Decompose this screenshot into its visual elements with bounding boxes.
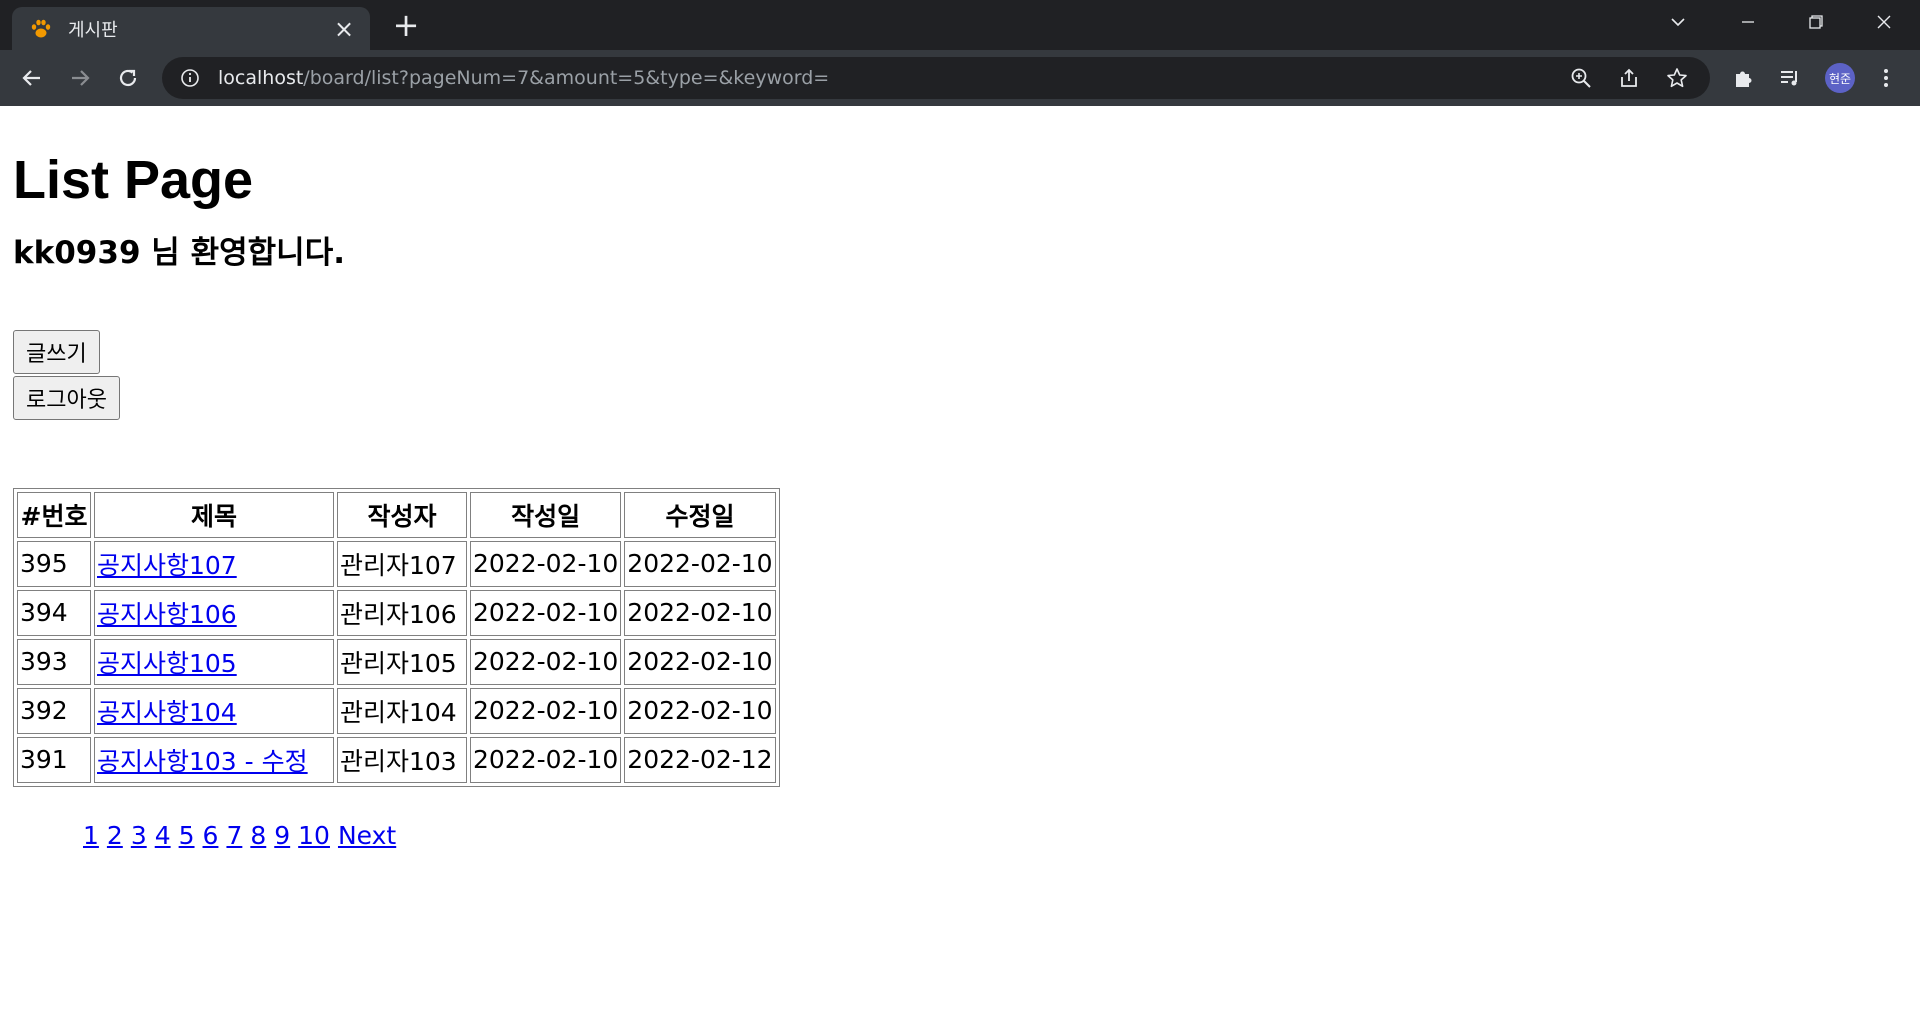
cell-number: 393 bbox=[17, 638, 91, 685]
media-queue-icon[interactable] bbox=[1774, 62, 1806, 94]
cell-regdate: 2022-02-10 bbox=[470, 540, 622, 587]
cell-writer: 관리자107 bbox=[337, 540, 467, 587]
table-row: 395 공지사항107 관리자107 2022-02-10 2022-02-10 bbox=[17, 540, 776, 587]
cell-regdate: 2022-02-10 bbox=[470, 589, 622, 636]
cell-title: 공지사항107 bbox=[94, 540, 334, 587]
bookmark-star-icon[interactable] bbox=[1660, 61, 1694, 95]
reload-icon[interactable] bbox=[112, 62, 144, 94]
info-icon[interactable] bbox=[178, 66, 202, 90]
cell-regdate: 2022-02-10 bbox=[470, 736, 622, 783]
restore-icon[interactable] bbox=[1790, 0, 1842, 44]
cell-updatedate: 2022-02-10 bbox=[624, 638, 776, 685]
zoom-icon[interactable] bbox=[1564, 61, 1598, 95]
cell-updatedate: 2022-02-10 bbox=[624, 687, 776, 734]
cell-updatedate: 2022-02-12 bbox=[624, 736, 776, 783]
page-link[interactable]: 4 bbox=[155, 821, 171, 850]
cell-updatedate: 2022-02-10 bbox=[624, 540, 776, 587]
window-close-icon[interactable] bbox=[1858, 0, 1910, 44]
post-link[interactable]: 공지사항106 bbox=[97, 600, 237, 629]
post-link[interactable]: 공지사항103 - 수정 bbox=[97, 747, 308, 776]
forward-arrow-icon[interactable] bbox=[64, 62, 96, 94]
address-bar[interactable]: localhost/board/list?pageNum=7&amount=5&… bbox=[162, 57, 1710, 99]
browser-chrome: 게시판 × + localhost/board/list?pageNum=7&a… bbox=[0, 0, 1920, 106]
page-link[interactable]: 7 bbox=[226, 821, 242, 850]
post-link[interactable]: 공지사항104 bbox=[97, 698, 237, 727]
cell-number: 392 bbox=[17, 687, 91, 734]
browser-toolbar: localhost/board/list?pageNum=7&amount=5&… bbox=[0, 50, 1920, 106]
cell-title: 공지사항104 bbox=[94, 687, 334, 734]
table-row: 393 공지사항105 관리자105 2022-02-10 2022-02-10 bbox=[17, 638, 776, 685]
new-tab-button[interactable]: + bbox=[390, 9, 422, 42]
profile-avatar[interactable]: 현준 bbox=[1824, 62, 1856, 94]
header-updatedate: 수정일 bbox=[624, 491, 776, 538]
board-table: #번호 제목 작성자 작성일 수정일 395 공지사항107 관리자107 20… bbox=[13, 487, 780, 787]
tab-strip: 게시판 × + bbox=[0, 0, 1920, 50]
post-link[interactable]: 공지사항105 bbox=[97, 649, 237, 678]
cell-title: 공지사항106 bbox=[94, 589, 334, 636]
header-writer: 작성자 bbox=[337, 491, 467, 538]
url-path: /board/list?pageNum=7&amount=5&type=&key… bbox=[303, 67, 830, 89]
url-text[interactable]: localhost/board/list?pageNum=7&amount=5&… bbox=[218, 67, 1550, 89]
cell-title: 공지사항105 bbox=[94, 638, 334, 685]
header-title: 제목 bbox=[94, 491, 334, 538]
page-link[interactable]: 3 bbox=[131, 821, 147, 850]
page-link[interactable]: 8 bbox=[250, 821, 266, 850]
logout-button[interactable]: 로그아웃 bbox=[13, 375, 120, 420]
chevron-down-icon[interactable] bbox=[1652, 0, 1704, 44]
cell-updatedate: 2022-02-10 bbox=[624, 589, 776, 636]
cell-writer: 관리자103 bbox=[337, 736, 467, 783]
kebab-menu-icon[interactable] bbox=[1870, 62, 1902, 94]
page-title: List Page bbox=[13, 150, 254, 210]
action-buttons: 글쓰기 로그아웃 bbox=[13, 329, 1920, 420]
cell-number: 395 bbox=[17, 540, 91, 587]
table-row: 392 공지사항104 관리자104 2022-02-10 2022-02-10 bbox=[17, 687, 776, 734]
close-icon[interactable]: × bbox=[330, 17, 358, 41]
cell-title: 공지사항103 - 수정 bbox=[94, 736, 334, 783]
page-link[interactable]: 9 bbox=[274, 821, 290, 850]
minimize-icon[interactable] bbox=[1722, 0, 1774, 44]
share-icon[interactable] bbox=[1612, 61, 1646, 95]
cell-writer: 관리자104 bbox=[337, 687, 467, 734]
cell-writer: 관리자106 bbox=[337, 589, 467, 636]
cell-regdate: 2022-02-10 bbox=[470, 687, 622, 734]
cell-number: 394 bbox=[17, 589, 91, 636]
paw-icon bbox=[28, 16, 54, 42]
table-header-row: #번호 제목 작성자 작성일 수정일 bbox=[17, 491, 776, 538]
header-number: #번호 bbox=[17, 491, 91, 538]
cell-number: 391 bbox=[17, 736, 91, 783]
welcome-message: kk0939 님 환영합니다. bbox=[13, 234, 345, 271]
cell-writer: 관리자105 bbox=[337, 638, 467, 685]
back-arrow-icon[interactable] bbox=[16, 62, 48, 94]
cell-regdate: 2022-02-10 bbox=[470, 638, 622, 685]
url-host: localhost bbox=[218, 67, 304, 89]
page-link[interactable]: 5 bbox=[179, 821, 195, 850]
header-regdate: 작성일 bbox=[470, 491, 622, 538]
table-row: 391 공지사항103 - 수정 관리자103 2022-02-10 2022-… bbox=[17, 736, 776, 783]
next-page-link[interactable]: Next bbox=[338, 821, 396, 850]
extensions-puzzle-icon[interactable] bbox=[1728, 62, 1760, 94]
table-row: 394 공지사항106 관리자106 2022-02-10 2022-02-10 bbox=[17, 589, 776, 636]
page-link[interactable]: 6 bbox=[203, 821, 219, 850]
write-button[interactable]: 글쓰기 bbox=[13, 329, 100, 374]
tab-title: 게시판 bbox=[68, 19, 118, 41]
page-link[interactable]: 1 bbox=[83, 821, 99, 850]
post-link[interactable]: 공지사항107 bbox=[97, 551, 237, 580]
browser-tab[interactable]: 게시판 × bbox=[12, 7, 370, 50]
page-content: List Page kk0939 님 환영합니다. 글쓰기 로그아웃 #번호 제… bbox=[0, 148, 1920, 850]
avatar: 현준 bbox=[1825, 63, 1855, 93]
pagination: 1 2 3 4 5 6 7 8 9 10 Next bbox=[13, 821, 1920, 850]
page-link[interactable]: 10 bbox=[298, 821, 330, 850]
page-link[interactable]: 2 bbox=[107, 821, 123, 850]
